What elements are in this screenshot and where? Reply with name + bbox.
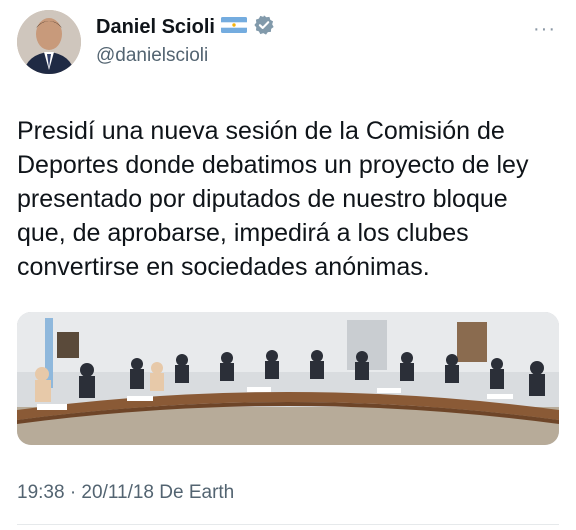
tweet-text: Presidí una nueva sesión de la Comisión …	[17, 114, 537, 284]
more-options-icon[interactable]: ···	[533, 18, 556, 41]
author-name[interactable]: Daniel Scioli	[96, 16, 215, 39]
divider	[17, 524, 559, 525]
tweet-photo[interactable]	[17, 312, 559, 445]
avatar[interactable]	[17, 10, 81, 74]
tweet-line: Deportes donde debatimos un proyecto de …	[17, 151, 529, 179]
tweet-timestamp[interactable]: 19:38 · 20/11/18 De Earth	[17, 482, 234, 504]
author-handle[interactable]: @danielscioli	[96, 45, 208, 67]
tweet-line: que, de aprobarse, impedirá a los clubes	[17, 219, 469, 247]
verified-badge-icon	[253, 14, 275, 41]
tweet-line: convertirse en sociedades anónimas.	[17, 253, 430, 281]
tweet-line: presentado por diputados de nuestro bloq…	[17, 185, 508, 213]
tweet-line: Presidí una nueva sesión de la Comisión …	[17, 117, 505, 145]
author-name-row: Daniel Scioli	[96, 14, 275, 41]
argentina-flag-icon	[220, 17, 247, 38]
